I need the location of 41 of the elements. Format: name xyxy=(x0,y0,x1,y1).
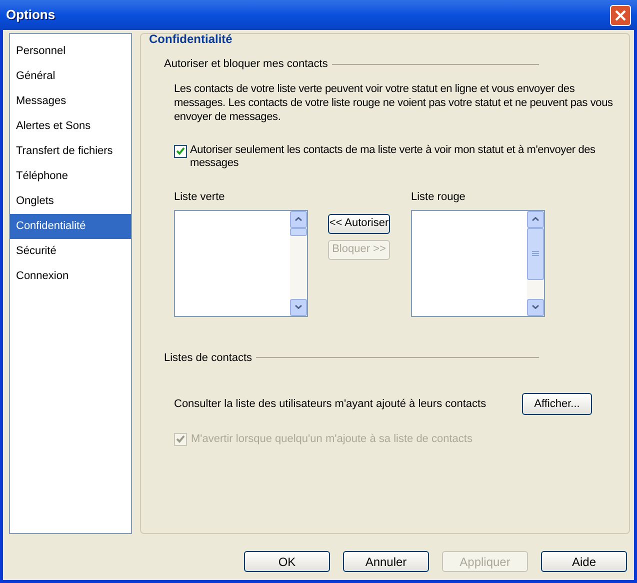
section-heading: Listes de contacts xyxy=(164,350,252,366)
check-icon xyxy=(176,147,185,155)
scroll-up-button[interactable] xyxy=(290,210,307,228)
checkbox-label: M'avertir lorsque quelqu'un m'ajoute à sa liste de contacts xyxy=(191,432,472,447)
category-item[interactable]: Messages xyxy=(10,89,131,114)
category-item[interactable]: Sécurité xyxy=(10,239,131,264)
category-item[interactable]: Onglets xyxy=(10,189,131,214)
window-title: Options xyxy=(6,6,56,24)
ok-button[interactable]: OK xyxy=(244,551,330,572)
category-item[interactable]: Transfert de fichiers xyxy=(10,139,131,164)
list-label: Liste verte xyxy=(174,190,226,204)
category-item[interactable]: Téléphone xyxy=(10,164,131,189)
check-icon xyxy=(176,435,185,444)
cancel-button[interactable]: Annuler xyxy=(343,551,429,572)
scroll-down-button[interactable] xyxy=(290,298,307,316)
category-item[interactable]: Confidentialité xyxy=(10,214,131,239)
list-box[interactable] xyxy=(411,210,545,316)
scrollbar[interactable] xyxy=(527,210,544,316)
list-box[interactable] xyxy=(174,210,308,316)
scroll-down-button[interactable] xyxy=(527,298,544,316)
close-button[interactable] xyxy=(610,4,631,26)
scroll-thumb[interactable] xyxy=(527,228,544,280)
list-label: Liste rouge xyxy=(411,190,466,204)
description-text: Les contacts de votre liste verte peuvent voir votre statut en ligne et vous envoyer des messages. Les contacts de votre liste rouge ne voient pas votre statut et ne peuvent pas vous envoyer de messages. xyxy=(173,82,614,124)
grip-icon xyxy=(532,250,539,256)
section-heading: Autoriser et bloquer mes contacts xyxy=(164,57,328,72)
scrollbar[interactable] xyxy=(290,210,307,316)
category-item[interactable]: Général xyxy=(10,64,131,89)
allow-button[interactable]: << Autoriser xyxy=(328,214,390,234)
category-item[interactable]: Alertes et Sons xyxy=(10,114,131,139)
panel-title: Confidentialité xyxy=(149,32,234,46)
close-icon xyxy=(615,10,626,20)
show-button[interactable]: Afficher... xyxy=(522,393,592,415)
checkbox[interactable] xyxy=(174,144,187,158)
checkbox-label: Autoriser seulement les contacts de ma liste verte à voir mon statut et à m'envoyer des messages xyxy=(190,144,596,170)
help-button[interactable]: Aide xyxy=(541,551,627,572)
scroll-up-button[interactable] xyxy=(527,210,544,228)
info-text: Consulter la liste des utilisateurs m'ayant ajouté à leurs contacts xyxy=(174,396,486,412)
category-item[interactable]: Personnel xyxy=(10,39,131,64)
category-item[interactable]: Connexion xyxy=(10,264,131,289)
scroll-thumb[interactable] xyxy=(290,228,307,236)
